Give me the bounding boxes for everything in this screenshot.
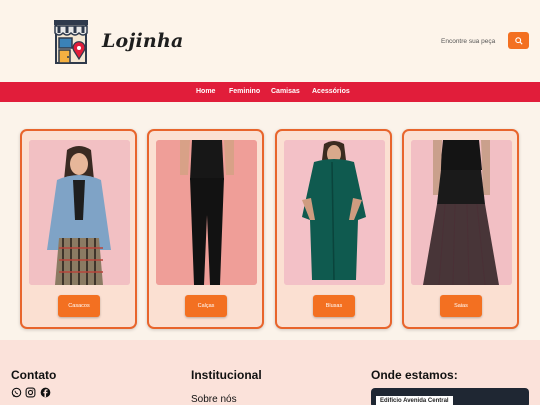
about-us-link[interactable]: Sobre nós <box>191 394 237 405</box>
location-map[interactable]: Edifício Avenida Central <box>371 388 529 405</box>
product-grid: Casacos Calças Blusas Saias <box>0 102 540 340</box>
product-image-calcas[interactable] <box>156 140 257 285</box>
search-input[interactable] <box>439 34 503 48</box>
search-button[interactable] <box>508 32 529 49</box>
product-card-casacos: Casacos <box>20 129 137 329</box>
category-button-blusas[interactable]: Blusas <box>313 295 355 317</box>
facebook-icon[interactable] <box>40 387 51 398</box>
storefront-logo-icon[interactable] <box>53 19 89 65</box>
product-image-saias[interactable] <box>411 140 512 285</box>
product-card-blusas: Blusas <box>275 129 392 329</box>
map-location-label: Edifício Avenida Central <box>376 396 453 405</box>
nav-item-camisas[interactable]: Camisas <box>271 88 300 95</box>
product-image-casacos[interactable] <box>29 140 130 285</box>
search-icon <box>514 36 523 45</box>
nav-item-feminino[interactable]: Feminino <box>229 88 260 95</box>
product-card-saias: Saias <box>402 129 519 329</box>
category-button-saias[interactable]: Saias <box>440 295 482 317</box>
institutional-heading: Institucional <box>191 368 262 382</box>
category-button-calcas[interactable]: Calças <box>185 295 227 317</box>
product-card-calcas: Calças <box>147 129 264 329</box>
nav-item-home[interactable]: Home <box>196 88 215 95</box>
site-header: Lojinha <box>0 0 540 82</box>
contact-heading: Contato <box>11 368 57 382</box>
product-image-blusas[interactable] <box>284 140 385 285</box>
site-footer: Contato Institucional Sobre nós Onde est… <box>0 340 540 405</box>
location-heading: Onde estamos: <box>371 368 458 382</box>
whatsapp-icon[interactable] <box>11 387 22 398</box>
brand-name[interactable]: Lojinha <box>102 30 183 52</box>
instagram-icon[interactable] <box>25 387 36 398</box>
category-button-casacos[interactable]: Casacos <box>58 295 100 317</box>
main-nav: Home Feminino Camisas Acessórios <box>0 82 540 102</box>
nav-item-acessorios[interactable]: Acessórios <box>312 88 350 95</box>
